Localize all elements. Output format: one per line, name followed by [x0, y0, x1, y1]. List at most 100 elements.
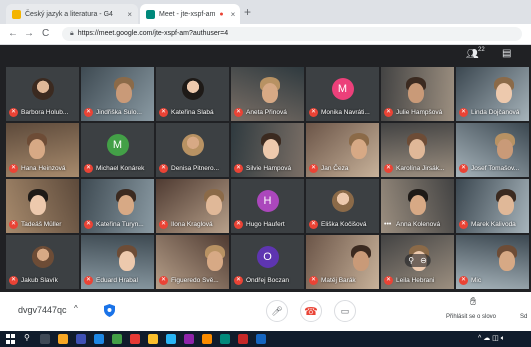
participant-tile[interactable]: ✕ Jakub Slavík: [6, 235, 79, 289]
tab-title: Meet - jte-xspf-am: [159, 10, 216, 18]
forward-icon[interactable]: →: [24, 27, 34, 41]
participant-tile[interactable]: ✕ Barbora Holub...: [6, 67, 79, 121]
participant-tile[interactable]: ✕ Linda Dojčanová: [456, 67, 529, 121]
person-face: [410, 195, 426, 215]
person-face: [496, 83, 512, 103]
participant-tile[interactable]: ✕ Eliška Kočišová: [306, 179, 379, 233]
participant-name: Denisa Pitnero...: [171, 165, 220, 172]
person-face: [351, 139, 367, 159]
participant-grid: ✕ Barbora Holub... ✕ Jindřiška Sulo... ✕ Kate…: [6, 67, 531, 291]
app-icon[interactable]: [256, 334, 266, 344]
end-call-button[interactable]: ☎︎: [300, 300, 322, 322]
participant-tile[interactable]: ✕ Mic: [456, 235, 529, 289]
app-icon[interactable]: [202, 334, 212, 344]
app-icon[interactable]: [220, 334, 230, 344]
reload-icon[interactable]: C: [42, 27, 49, 41]
muted-mic-icon: ✕: [384, 108, 393, 117]
url-field[interactable]: 🔒︎ https://meet.google.com/jte-xspf-am?au…: [62, 27, 522, 41]
participant-name: Julie Hampšová: [396, 109, 443, 116]
person-face: [206, 195, 222, 215]
meet-top-bar: 👥︎ 22 ▤: [0, 45, 531, 67]
windows-start-icon[interactable]: [6, 334, 16, 344]
address-bar: ← → C 🔒︎ https://meet.google.com/jte-xspf…: [0, 24, 531, 45]
participant-tile[interactable]: ✕ Matěj Barák: [306, 235, 379, 289]
person-face: [262, 83, 278, 103]
microphone-button[interactable]: 🎤︎: [266, 300, 288, 322]
participant-tile[interactable]: M ✕ Michael Konárek: [81, 123, 154, 177]
participant-name: Linda Dojčanová: [471, 109, 520, 116]
app-icon[interactable]: [76, 334, 86, 344]
task-view-icon[interactable]: [40, 334, 50, 344]
chrome-icon[interactable]: [148, 334, 158, 344]
teams-icon[interactable]: [184, 334, 194, 344]
avatar-photo: [331, 190, 354, 212]
participant-tile[interactable]: M ✕ Monika Navráti...: [306, 67, 379, 121]
raise-hand-icon[interactable]: ✋︎: [470, 296, 476, 309]
file-explorer-icon[interactable]: [58, 334, 68, 344]
participant-name: Mic: [471, 277, 482, 284]
close-tab-icon[interactable]: ×: [231, 10, 236, 19]
participant-tile[interactable]: ✕ Marek Kalivoda: [456, 179, 529, 233]
participant-name: Ilona Kraglová: [171, 221, 213, 228]
back-icon[interactable]: ←: [8, 27, 18, 41]
search-icon[interactable]: ⚲: [24, 333, 30, 342]
people-icon[interactable]: 👥︎: [466, 49, 479, 60]
new-tab-button[interactable]: +: [244, 5, 251, 19]
person-face: [408, 83, 424, 103]
participant-name: Tadeáš Müller: [21, 221, 62, 228]
participant-tile[interactable]: ✕ Eduard Hrabal: [81, 235, 154, 289]
participant-name: Kateřina Turyn...: [96, 221, 144, 228]
participant-tile[interactable]: ✕ Jindřiška Sulo...: [81, 67, 154, 121]
tab-meet[interactable]: Meet - jte-xspf-am ● ×: [140, 4, 240, 24]
avatar-initial: M: [331, 78, 354, 100]
participant-tile[interactable]: ✕ Jan Čeza: [306, 123, 379, 177]
participant-name: Karolína Jirsák...: [396, 165, 445, 172]
participant-tile[interactable]: ✕ Aneta Přinová: [231, 67, 304, 121]
participant-tile[interactable]: ✕ Hana Heinzová: [6, 123, 79, 177]
participant-tile[interactable]: ✕ Figueredo Svě...: [156, 235, 229, 289]
excel-icon[interactable]: [112, 334, 122, 344]
app-icon[interactable]: [238, 334, 248, 344]
chat-icon[interactable]: ▤: [502, 48, 511, 59]
participant-tile[interactable]: ✕ Julie Hampšová: [381, 67, 454, 121]
participant-tile[interactable]: ✕ Karolína Jirsák...: [381, 123, 454, 177]
participant-tile[interactable]: ✕ Denisa Pitnero...: [156, 123, 229, 177]
muted-mic-icon: ✕: [84, 108, 93, 117]
close-tab-icon[interactable]: ×: [127, 10, 132, 19]
participant-tile[interactable]: ✕ Silvie Hampová: [231, 123, 304, 177]
speaking-indicator-icon: •••: [384, 221, 392, 228]
avatar-photo: [31, 78, 54, 100]
avatar-initial: H: [256, 190, 279, 212]
powerpoint-icon[interactable]: [130, 334, 140, 344]
participant-tile[interactable]: O ✕ Ondřej Boczan: [231, 235, 304, 289]
system-tray[interactable]: ^ ☁︎ ◫ 🔈︎: [478, 334, 505, 343]
meeting-code[interactable]: dvgv7447qc: [18, 305, 67, 315]
participant-name: Aneta Přinová: [246, 109, 287, 116]
muted-mic-icon: ✕: [84, 220, 93, 229]
participant-tile[interactable]: ✕ Kateřina Slabá: [156, 67, 229, 121]
tile-hover-controls[interactable]: ⚲ ⊖: [404, 254, 431, 267]
word-icon[interactable]: [94, 334, 104, 344]
participant-tile[interactable]: ✕ Tadeáš Müller: [6, 179, 79, 233]
participant-tile[interactable]: ✕ Kateřina Turyn...: [81, 179, 154, 233]
camera-button[interactable]: ▭: [334, 300, 356, 322]
muted-mic-icon: ✕: [159, 108, 168, 117]
chevron-up-icon[interactable]: ^: [74, 304, 78, 313]
participant-tile[interactable]: H ✕ Hugo Haufert: [231, 179, 304, 233]
participant-name: Hugo Haufert: [246, 221, 285, 228]
participant-name: Matěj Barák: [321, 277, 356, 284]
edge-icon[interactable]: [166, 334, 176, 344]
participant-tile[interactable]: ✕ Josef Tomašov...: [456, 123, 529, 177]
tab-cesky-jazyk[interactable]: Český jazyk a literatura - G4 ×: [6, 4, 138, 24]
lock-icon: 🔒︎: [70, 30, 74, 37]
participant-name: Jakub Slavík: [21, 277, 58, 284]
avatar-photo: [181, 134, 204, 156]
avatar-photo: [31, 246, 54, 268]
remove-icon[interactable]: ⊖: [420, 256, 427, 265]
shield-icon[interactable]: [104, 304, 115, 317]
participant-name: Marek Kalivoda: [471, 221, 516, 228]
participant-tile[interactable]: ••• Anna Kolenová: [381, 179, 454, 233]
pin-icon[interactable]: ⚲: [408, 256, 414, 265]
participant-tile[interactable]: ✕ ⚲ ⊖ Leila Hebrani: [381, 235, 454, 289]
participant-tile[interactable]: ✕ Ilona Kraglová: [156, 179, 229, 233]
